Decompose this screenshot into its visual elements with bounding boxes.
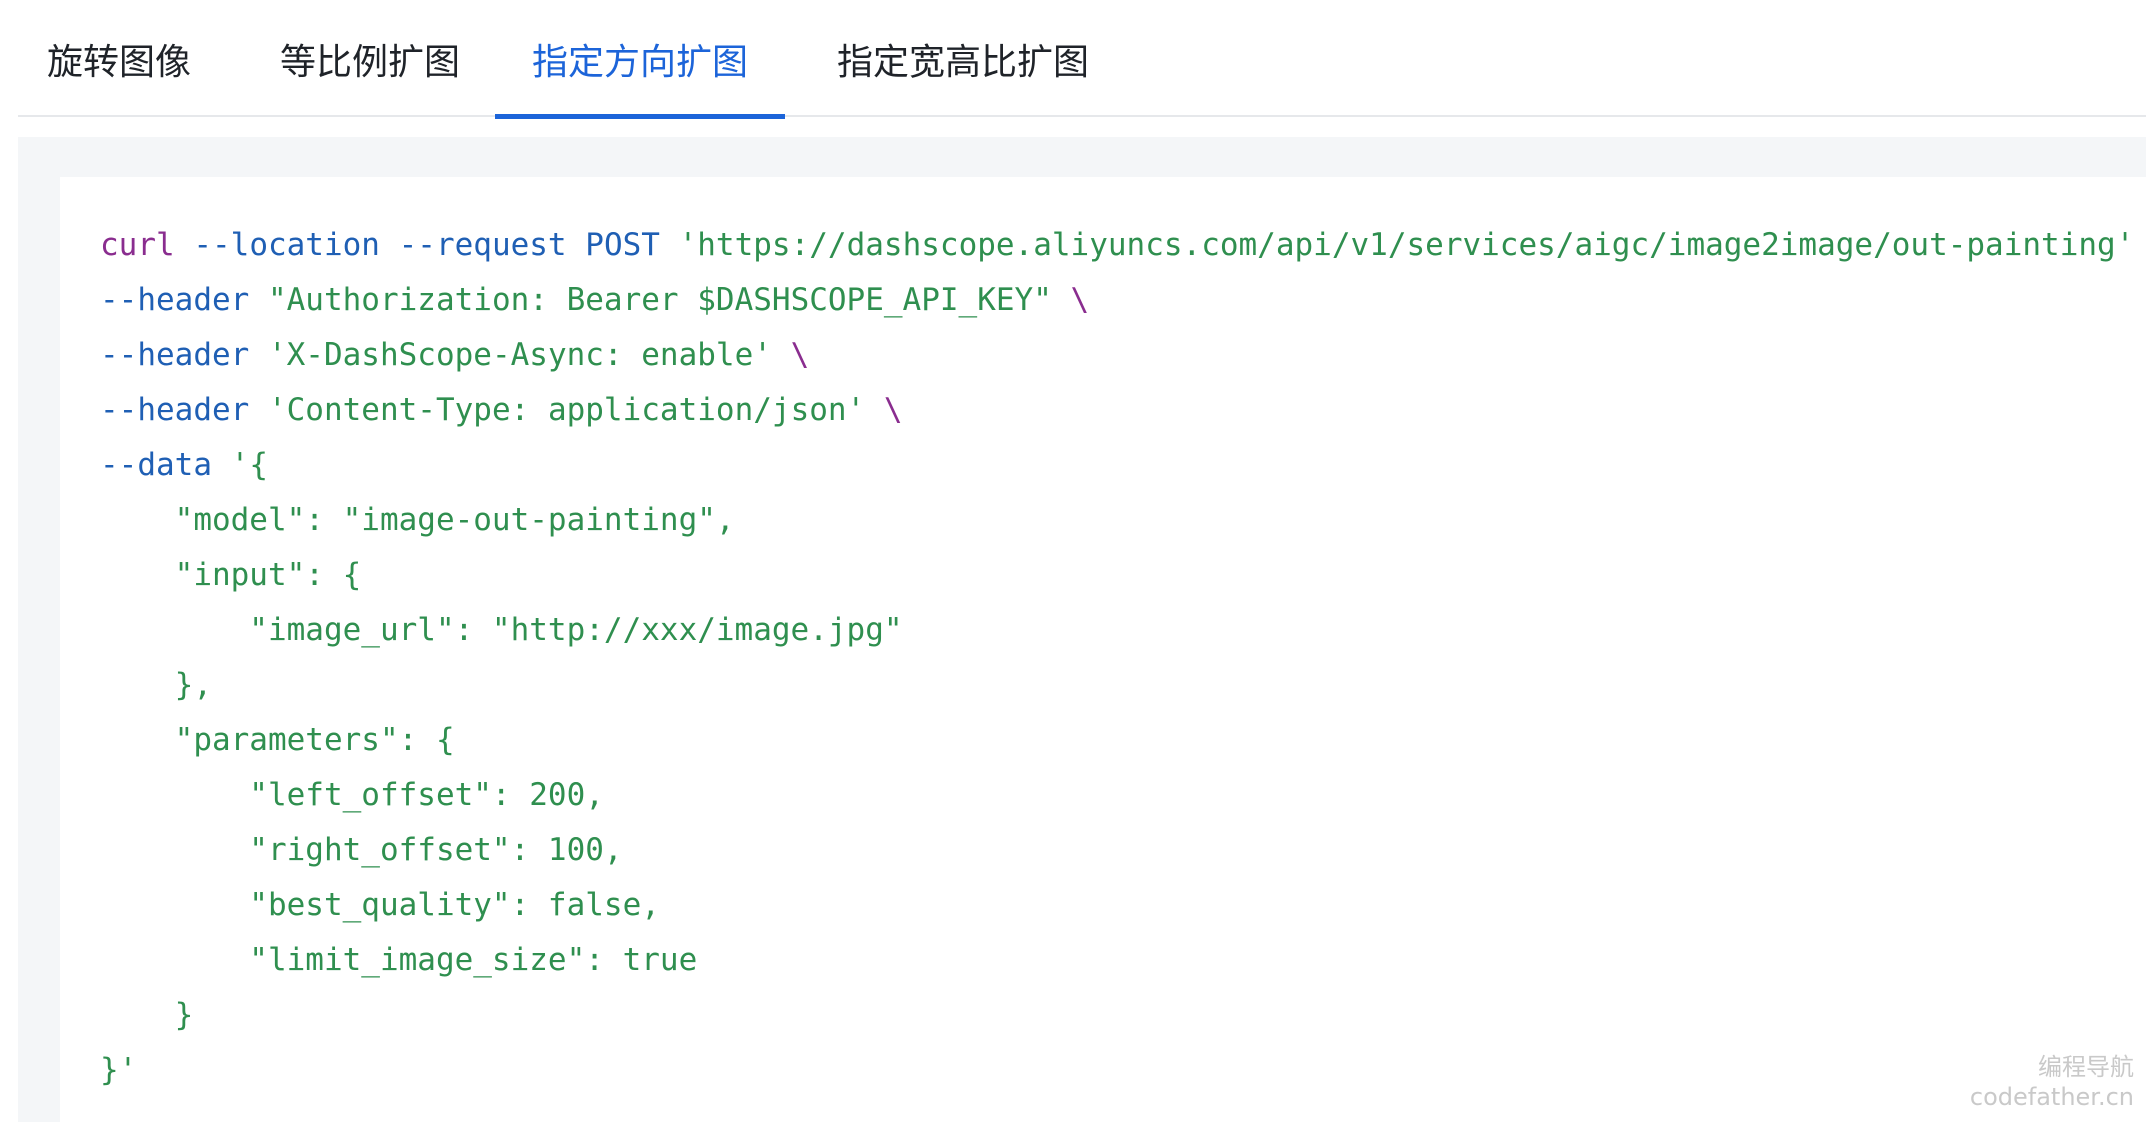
code-string: "Authorization: Bearer $DASHSCOPE_API_KE…: [267, 282, 1052, 318]
code-line: "image_url": "http://xxx/image.jpg": [100, 612, 903, 648]
tab-directional-expand[interactable]: 指定方向扩图: [495, 0, 785, 119]
code-command: curl: [100, 227, 175, 263]
code-flag: --header: [100, 337, 250, 373]
code-line: "right_offset": 100,: [100, 832, 623, 868]
watermark-line-1: 编程导航: [2038, 1053, 2134, 1081]
tab-bar: 旋转图像 等比例扩图 指定方向扩图 指定宽高比扩图: [18, 0, 2146, 119]
page: 旋转图像 等比例扩图 指定方向扩图 指定宽高比扩图 curl --locatio…: [0, 0, 2146, 1122]
tab-aspect-ratio-expand[interactable]: 指定宽高比扩图: [818, 0, 1108, 117]
code-line: "model": "image-out-painting",: [100, 502, 735, 538]
code-flag: --header: [100, 392, 250, 428]
code-line: "left_offset": 200,: [100, 777, 604, 813]
code-line-continuation: \: [2134, 227, 2146, 263]
code-string: 'X-DashScope-Async: enable': [267, 337, 772, 373]
code-string: '{: [230, 447, 268, 483]
code-method: POST: [585, 227, 660, 263]
code-line: "input": {: [100, 557, 362, 593]
code-line-continuation: \: [883, 392, 903, 428]
code-line: "parameters": {: [100, 722, 455, 758]
watermark-line-2: codefather.cn: [1969, 1083, 2134, 1111]
code-line: }: [100, 997, 194, 1033]
tab-rotate-image[interactable]: 旋转图像: [36, 0, 202, 117]
code-flag: --header: [100, 282, 250, 318]
code-line-continuation: \: [1070, 282, 1090, 318]
tab-proportional-expand[interactable]: 等比例扩图: [268, 0, 472, 117]
code-url: 'https://dashscope.aliyuncs.com/api/v1/s…: [678, 227, 2135, 263]
code-line-continuation: \: [790, 337, 810, 373]
code-line: },: [100, 667, 212, 703]
code-block: curl --location --request POST 'https://…: [100, 218, 2146, 1098]
code-line: }': [100, 1052, 138, 1088]
code-line: "limit_image_size": true: [100, 942, 698, 978]
code-line: "best_quality": false,: [100, 887, 660, 923]
code-flag: --data: [100, 447, 212, 483]
code-string: 'Content-Type: application/json': [267, 392, 866, 428]
watermark: 编程导航 codefather.cn: [1970, 1052, 2134, 1112]
code-flag: --location --request: [193, 227, 567, 263]
